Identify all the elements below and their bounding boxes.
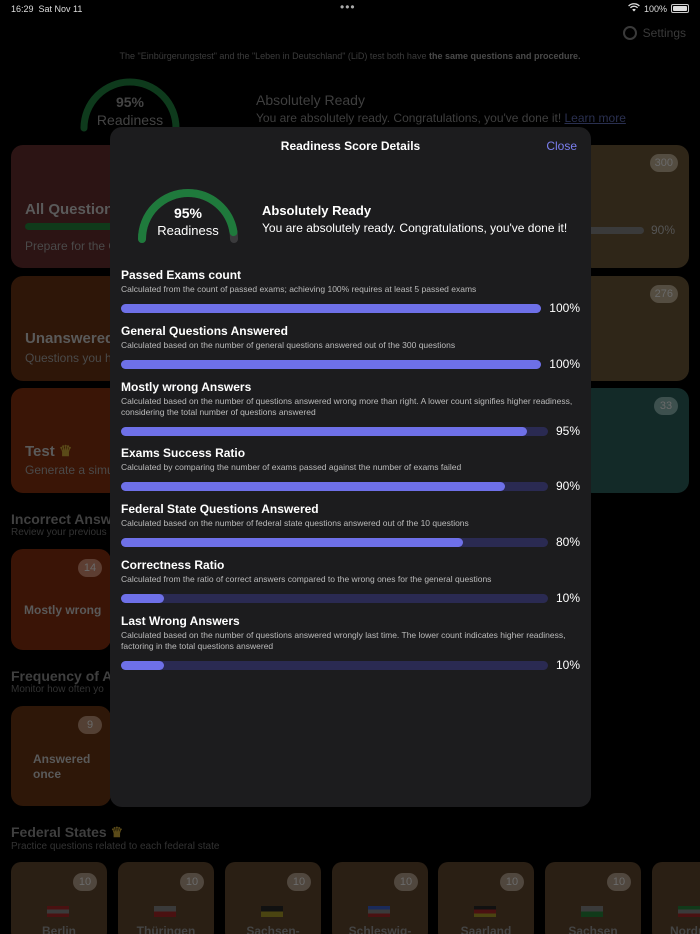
all-questions-tile[interactable]: All Question Prepare for the C — [11, 145, 121, 268]
metric-progress-track — [121, 360, 541, 369]
background-readiness-gauge: 95% Readiness — [78, 74, 182, 134]
metric-value: 90% — [555, 479, 580, 493]
metric-progress-track — [121, 538, 548, 547]
flag-berlin-icon — [47, 906, 69, 917]
metric-item: General Questions Answered Calculated bas… — [121, 324, 580, 371]
flag-saarland-icon — [474, 906, 496, 917]
federal-state-tile-saarland[interactable]: 10 Saarland — [438, 862, 534, 934]
metric-item: Last Wrong Answers Calculated based on th… — [121, 614, 580, 672]
metric-value: 100% — [549, 357, 580, 371]
gauge-percent: 95% — [173, 205, 203, 221]
readiness-gauge: 95% Readiness — [136, 185, 240, 245]
flag-schleswig-holstein-icon — [368, 906, 390, 917]
federal-state-tile-berlin[interactable]: 10 Berlin — [11, 862, 107, 934]
metric-description: Calculated from the ratio of correct ans… — [121, 574, 492, 584]
metric-value: 95% — [555, 424, 580, 438]
frequency-section: Frequency of Ar Monitor how often yo — [11, 668, 118, 695]
metric-bar-row: 90% — [121, 479, 580, 493]
test-tile[interactable]: Test ♛ Generate a simu — [11, 388, 121, 493]
metric-bar-row: 10% — [121, 658, 580, 672]
metric-value: 10% — [555, 658, 580, 672]
flag-sachsen-anhalt-icon — [261, 906, 283, 917]
metric-progress-track — [121, 427, 548, 436]
federal-state-tile-sachsen[interactable]: 10 Sachsen — [545, 862, 641, 934]
metric-item: Federal State Questions Answered Calculat… — [121, 502, 580, 549]
metric-value: 100% — [549, 301, 580, 315]
bg-gauge-label: Readiness — [96, 112, 164, 128]
metric-description: Calculated based on the number of questi… — [121, 396, 573, 417]
modal-title: Readiness Score Details — [280, 139, 421, 153]
metric-description: Calculated based on the number of federa… — [121, 518, 469, 528]
metric-item: Passed Exams count Calculated from the co… — [121, 268, 580, 315]
metric-progress-fill — [121, 482, 506, 491]
metric-progress-fill — [121, 304, 541, 313]
metric-progress-track — [121, 661, 548, 670]
metric-progress-fill — [121, 538, 463, 547]
metric-bar-row: 100% — [121, 301, 580, 315]
metric-bar-row: 95% — [121, 424, 580, 438]
learn-more-link[interactable]: Learn more — [565, 111, 626, 125]
crown-icon: ♛ — [110, 824, 124, 840]
close-button[interactable]: Close — [546, 139, 577, 153]
incorrect-answers-section: Incorrect Answe Review your previous — [11, 511, 120, 538]
gear-icon — [622, 26, 637, 40]
metric-item: Exams Success Ratio Calculated by compari… — [121, 446, 580, 493]
metric-description: Calculated from the count of passed exam… — [121, 284, 477, 294]
metric-value: 10% — [555, 591, 580, 605]
federal-state-tile-schleswig-holstein[interactable]: 10 Schleswig- — [332, 862, 428, 934]
metric-title: Federal State Questions Answered — [121, 502, 319, 516]
metric-progress-track — [121, 304, 541, 313]
metric-bar-row: 100% — [121, 357, 580, 371]
metric-progress-fill — [121, 360, 541, 369]
metric-title: General Questions Answered — [121, 324, 288, 338]
settings-button[interactable]: Settings — [622, 26, 686, 40]
metric-bar-row: 80% — [121, 535, 580, 549]
background-ready-block: Absolutely Ready You are absolutely read… — [256, 92, 626, 125]
ready-text: You are absolutely ready. Congratulation… — [262, 221, 568, 235]
metric-item: Correctness Ratio Calculated from the rat… — [121, 558, 580, 605]
federal-state-tile-thueringen[interactable]: 10 Thüringen — [118, 862, 214, 934]
metric-bar-row: 10% — [121, 591, 580, 605]
metric-title: Correctness Ratio — [121, 558, 225, 572]
mostly-wrong-tile[interactable]: 14 Mostly wrong — [11, 549, 111, 650]
all-questions-tile-right[interactable]: 300 90% — [580, 145, 689, 268]
metric-title: Last Wrong Answers — [121, 614, 240, 628]
ready-title: Absolutely Ready — [262, 203, 372, 218]
crown-icon: ♛ — [58, 443, 73, 460]
answered-once-tile[interactable]: 9 Answered once — [11, 706, 111, 806]
unanswered-tile-right[interactable]: 276 — [580, 276, 689, 381]
flag-sachsen-icon — [581, 906, 603, 917]
bg-gauge-percent: 95% — [115, 94, 145, 110]
bg-ready-title: Absolutely Ready — [256, 92, 365, 108]
metric-description: Calculated by comparing the number of ex… — [121, 462, 462, 472]
flag-thueringen-icon — [154, 906, 176, 917]
bg-ready-text: You are absolutely ready. Congratulation… — [256, 111, 626, 125]
metric-progress-track — [121, 594, 548, 603]
metric-title: Passed Exams count — [121, 268, 242, 282]
metric-title: Exams Success Ratio — [121, 446, 246, 460]
metric-progress-fill — [121, 661, 164, 670]
metric-title: Mostly wrong Answers — [121, 380, 252, 394]
gauge-label: Readiness — [157, 223, 219, 238]
readiness-details-modal: Readiness Score Details Close 95% Readin… — [110, 127, 591, 807]
federal-state-tile-sachsen-anhalt[interactable]: 10 Sachsen- — [225, 862, 321, 934]
metric-item: Mostly wrong Answers Calculated based on … — [121, 380, 580, 438]
metric-progress-track — [121, 482, 548, 491]
federal-states-section: Federal States ♛ Practice questions rela… — [11, 824, 220, 852]
metric-description: Calculated based on the number of genera… — [121, 340, 456, 350]
test-tile-right[interactable]: 33 — [580, 388, 689, 493]
unanswered-tile[interactable]: Unanswered Questions you ha — [11, 276, 121, 381]
info-note: The "Einbürgerungstest" and the "Leben i… — [119, 51, 581, 61]
metric-progress-fill — [121, 427, 527, 436]
federal-state-tile-nordrhein-westfalen[interactable]: Nordr — [652, 862, 700, 934]
ready-block: Absolutely Ready You are absolutely read… — [262, 203, 567, 235]
all-questions-progress — [25, 223, 121, 230]
flag-nrw-icon — [678, 906, 700, 917]
metric-value: 80% — [555, 535, 580, 549]
metric-description: Calculated based on the number of questi… — [121, 630, 566, 651]
metric-progress-fill — [121, 594, 164, 603]
